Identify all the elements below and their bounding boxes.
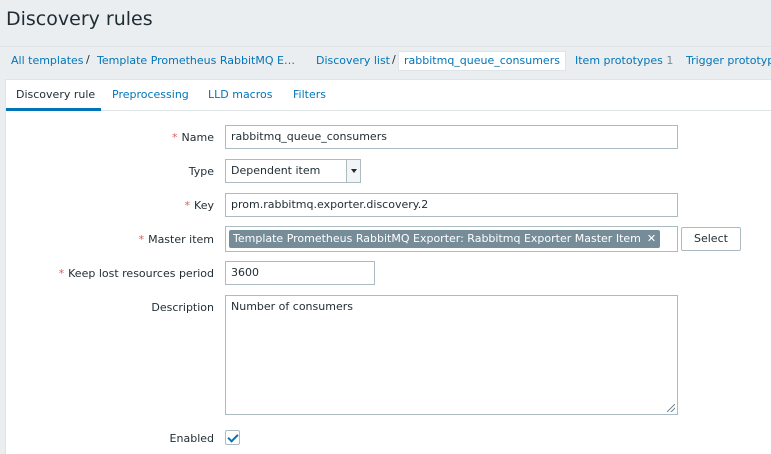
type-select-value: Dependent item bbox=[231, 164, 321, 177]
item-prototypes-count: 1 bbox=[666, 54, 674, 67]
enabled-label: Enabled bbox=[169, 432, 214, 445]
breadcrumb: All templates / Template Prometheus Rabb… bbox=[0, 46, 771, 76]
tab-lld-macros[interactable]: LLD macros bbox=[208, 88, 272, 101]
master-item-chip: Template Prometheus RabbitMQ Exporter: R… bbox=[229, 230, 661, 248]
name-label: * Name bbox=[6, 131, 214, 144]
tab-filters[interactable]: Filters bbox=[293, 88, 326, 101]
breadcrumb-template[interactable]: Template Prometheus RabbitMQ E… bbox=[97, 54, 295, 67]
tab-discovery-rule[interactable]: Discovery rule bbox=[16, 88, 95, 101]
required-marker: * bbox=[58, 267, 65, 280]
enabled-checkbox[interactable] bbox=[225, 430, 240, 445]
breadcrumb-trigger-prototypes[interactable]: Trigger prototypes bbox=[686, 54, 771, 67]
breadcrumb-item-prototypes[interactable]: Item prototypes 1 bbox=[575, 54, 673, 67]
tab-preprocessing[interactable]: Preprocessing bbox=[112, 88, 189, 101]
page-title: Discovery rules bbox=[6, 8, 153, 30]
close-icon[interactable]: ✕ bbox=[647, 232, 656, 245]
form-panel: Discovery rule Preprocessing LLD macros … bbox=[5, 79, 771, 454]
key-label: * Key bbox=[6, 199, 214, 212]
description-textarea[interactable]: Number of consumers bbox=[225, 295, 678, 415]
required-marker: * bbox=[138, 233, 145, 246]
breadcrumb-discovery-list[interactable]: Discovery list bbox=[316, 54, 390, 67]
required-marker: * bbox=[172, 131, 178, 144]
description-text: Number of consumers bbox=[231, 300, 353, 313]
key-label-text: Key bbox=[194, 199, 214, 212]
type-label: Type bbox=[188, 165, 214, 178]
name-input[interactable]: rabbitmq_queue_consumers bbox=[225, 125, 678, 149]
master-item-chip-label: Template Prometheus RabbitMQ Exporter: R… bbox=[233, 232, 641, 245]
description-label: Description bbox=[151, 301, 214, 314]
master-item-label: * Master item bbox=[6, 233, 214, 246]
keep-lost-label-text: Keep lost resources period bbox=[68, 267, 214, 280]
active-tab-indicator bbox=[6, 108, 101, 111]
breadcrumb-separator: / bbox=[86, 53, 90, 66]
name-label-text: Name bbox=[181, 131, 214, 144]
chevron-down-icon bbox=[346, 160, 360, 182]
tab-bar: Discovery rule Preprocessing LLD macros … bbox=[6, 80, 771, 111]
required-marker: * bbox=[184, 199, 191, 212]
master-item-label-text: Master item bbox=[148, 233, 214, 246]
keep-lost-input[interactable]: 3600 bbox=[225, 261, 375, 285]
breadcrumb-current[interactable]: rabbitmq_queue_consumers bbox=[398, 51, 566, 71]
item-prototypes-label: Item prototypes bbox=[575, 54, 663, 67]
master-item-multiselect[interactable]: Template Prometheus RabbitMQ Exporter: R… bbox=[225, 226, 678, 252]
type-select[interactable]: Dependent item bbox=[225, 159, 361, 183]
key-input[interactable]: prom.rabbitmq.exporter.discovery.2 bbox=[225, 193, 678, 217]
resize-handle-icon[interactable] bbox=[667, 404, 675, 412]
breadcrumb-all-templates[interactable]: All templates bbox=[11, 54, 84, 67]
breadcrumb-separator: / bbox=[392, 53, 396, 66]
keep-lost-label: * Keep lost resources period bbox=[6, 267, 214, 280]
master-item-select-button[interactable]: Select bbox=[681, 227, 741, 251]
